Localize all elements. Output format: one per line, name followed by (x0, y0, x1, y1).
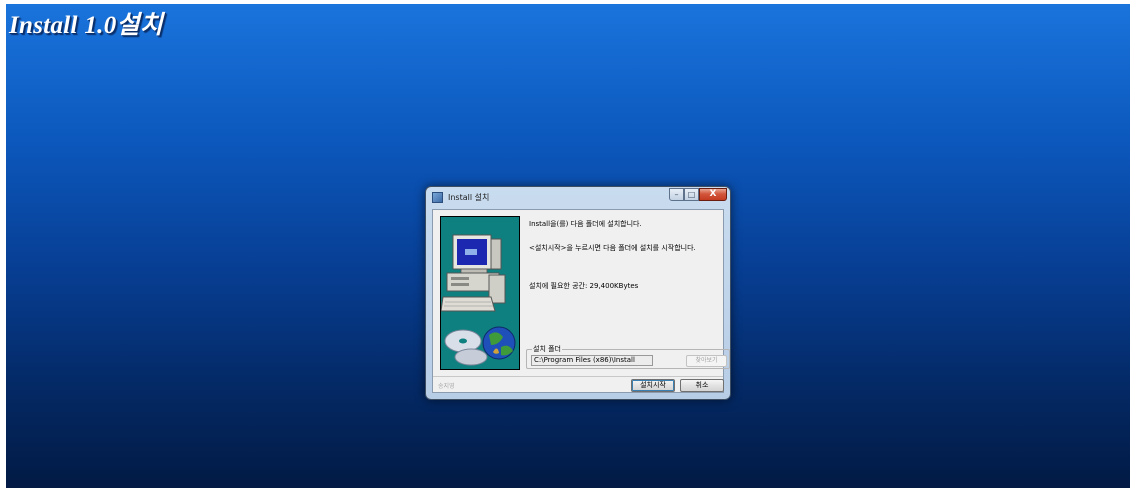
computer-and-cd-icon (441, 234, 516, 366)
required-space-text: 설치에 필요한 공간: 29,400KBytes (529, 282, 639, 290)
footer-separator (433, 376, 723, 377)
install-folder-label: 설치 폴더 (532, 345, 562, 353)
cancel-button[interactable]: 취소 (680, 379, 724, 392)
maximize-button[interactable]: □ (684, 188, 699, 201)
installer-illustration (440, 216, 520, 370)
window-title: Install 설치 (448, 193, 490, 202)
installer-app-icon (432, 192, 443, 203)
browse-button[interactable]: 찾아보기 (686, 355, 727, 367)
start-install-button[interactable]: 설치시작 (631, 379, 675, 392)
desktop-background: Install 1.0설치 Install 설치 – □ X Install을(… (6, 4, 1130, 488)
close-icon: X (709, 189, 717, 199)
install-path-field[interactable]: C:\Program Files (x86)\Install (531, 355, 653, 366)
minimize-button[interactable]: – (669, 188, 684, 201)
window-titlebar[interactable]: Install 설치 – □ X (426, 187, 730, 209)
installer-banner-title: Install 1.0설치 (9, 12, 164, 39)
close-button[interactable]: X (699, 188, 727, 201)
dialog-client-area: Install을(를) 다음 폴더에 설치합니다. <설치시작>을 누르시면 다… (432, 209, 730, 393)
install-folder-group: 설치 폴더 C:\Program Files (x86)\Install 찾아보… (526, 345, 730, 369)
install-dialog-window: Install 설치 – □ X Install을(를) 다음 폴더에 설치합니… (425, 186, 731, 400)
author-label: 송지영 (438, 383, 455, 390)
install-start-instruction: <설치시작>을 누르시면 다음 폴더에 설치를 시작합니다. (529, 244, 696, 252)
install-target-message: Install을(를) 다음 폴더에 설치합니다. (529, 220, 642, 228)
maximize-icon: □ (687, 190, 696, 199)
minimize-icon: – (674, 190, 679, 199)
